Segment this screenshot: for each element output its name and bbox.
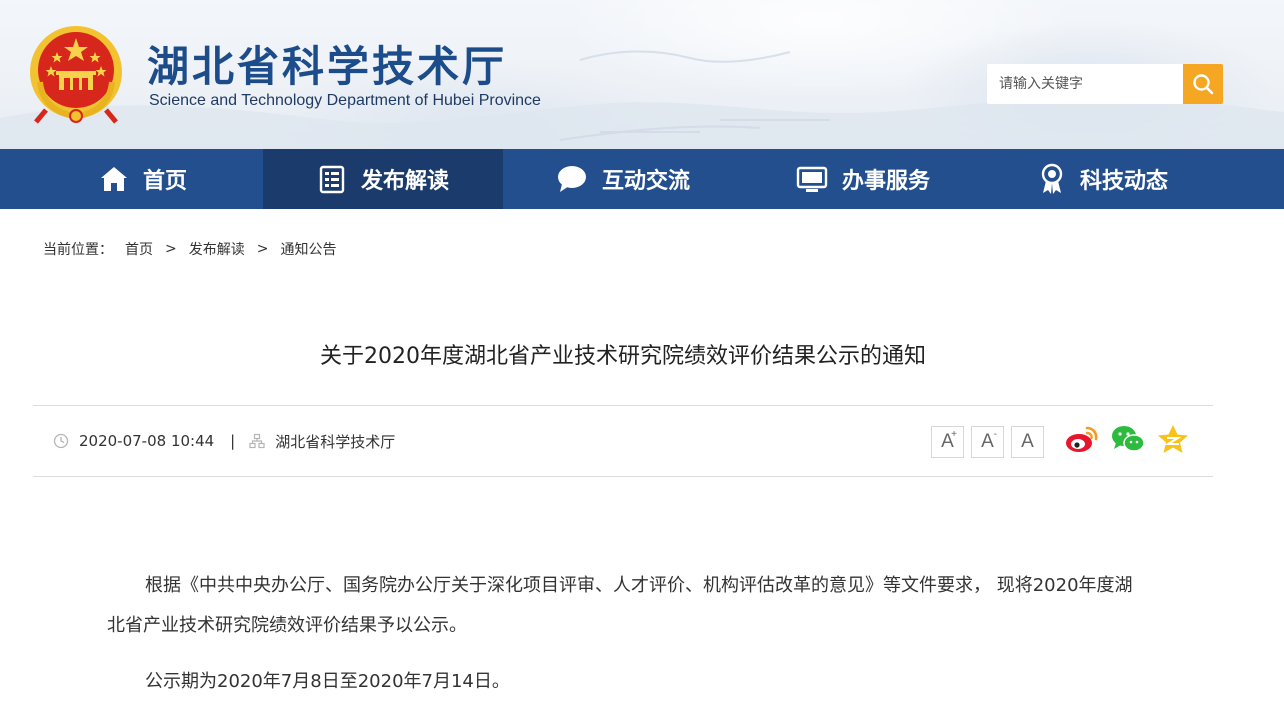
nav-label: 首页 xyxy=(142,169,187,194)
search-box xyxy=(987,64,1223,104)
nav-item-home[interactable]: 首页 xyxy=(23,149,263,209)
article-source: 湖北省科学技术厅 xyxy=(275,432,396,451)
breadcrumb-separator: > xyxy=(165,241,177,257)
national-emblem-icon xyxy=(26,22,126,126)
nav-item-services[interactable]: 办事服务 xyxy=(743,149,983,209)
main-nav: 首页 发布解读 互动交流 办事服务 科技动态 xyxy=(0,149,1284,209)
clock-icon xyxy=(53,433,69,449)
font-button-label: A xyxy=(1021,431,1034,452)
award-icon xyxy=(1038,163,1066,195)
home-icon xyxy=(99,164,129,194)
article-paragraph: 根据《中共中央办公厅、国务院办公厅关于深化项目评审、人才评价、机构评估改革的意见… xyxy=(107,575,1133,636)
monitor-icon xyxy=(796,164,828,194)
font-button-label: A xyxy=(981,431,994,452)
breadcrumb-separator: > xyxy=(256,241,269,257)
article-paragraph: 公示期为2020年7月8日至2020年7月14日。 xyxy=(145,671,510,692)
nav-label: 科技动态 xyxy=(1079,169,1168,194)
font-size-controls: A + A- A xyxy=(931,426,1051,458)
nav-label: 互动交流 xyxy=(601,169,690,194)
font-plus-mark: + xyxy=(951,429,957,440)
nav-label: 办事服务 xyxy=(841,169,930,194)
nav-item-tech-news[interactable]: 科技动态 xyxy=(983,149,1223,209)
breadcrumb-lead: 当前位置： xyxy=(43,242,113,258)
nav-item-interaction[interactable]: 互动交流 xyxy=(503,149,743,209)
font-increase-button[interactable]: A + xyxy=(931,426,964,458)
meta-divider: | xyxy=(230,432,236,450)
search-icon xyxy=(1193,74,1214,95)
weibo-share-icon[interactable] xyxy=(1065,424,1099,454)
breadcrumb-item-home[interactable]: 首页 xyxy=(125,239,153,259)
document-list-icon xyxy=(317,164,347,194)
search-button[interactable] xyxy=(1183,64,1223,104)
font-minus-mark: - xyxy=(993,429,997,440)
article-meta: 2020-07-08 10:44 | 湖北省科学技术厅 xyxy=(53,406,395,476)
article-meta-bar: 2020-07-08 10:44 | 湖北省科学技术厅 A + A- A xyxy=(33,405,1213,477)
search-input[interactable] xyxy=(987,64,1183,104)
site-title: 湖北省科学技术厅 xyxy=(147,42,508,91)
nav-item-publications[interactable]: 发布解读 xyxy=(263,149,503,209)
chat-bubble-icon xyxy=(556,164,588,194)
qzone-share-icon[interactable] xyxy=(1157,424,1189,454)
site-header: 湖北省科学技术厅 Science and Technology Departme… xyxy=(0,0,1284,149)
site-subtitle: Science and Technology Department of Hub… xyxy=(149,92,541,109)
font-reset-button[interactable]: A xyxy=(1011,426,1044,458)
breadcrumb-item-publications[interactable]: 发布解读 xyxy=(189,239,245,259)
nav-label: 发布解读 xyxy=(360,169,449,194)
share-bar xyxy=(1065,424,1201,454)
article-title: 关于2020年度湖北省产业技术研究院绩效评价结果公示的通知 xyxy=(320,344,926,369)
font-decrease-button[interactable]: A- xyxy=(971,426,1004,458)
breadcrumb: 当前位置： 首页 > 发布解读 > 通知公告 xyxy=(43,239,336,259)
publish-date: 2020-07-08 10:44 xyxy=(79,432,215,450)
source-icon xyxy=(249,433,265,449)
breadcrumb-item-notices[interactable]: 通知公告 xyxy=(280,239,336,259)
wechat-share-icon[interactable] xyxy=(1111,424,1145,454)
